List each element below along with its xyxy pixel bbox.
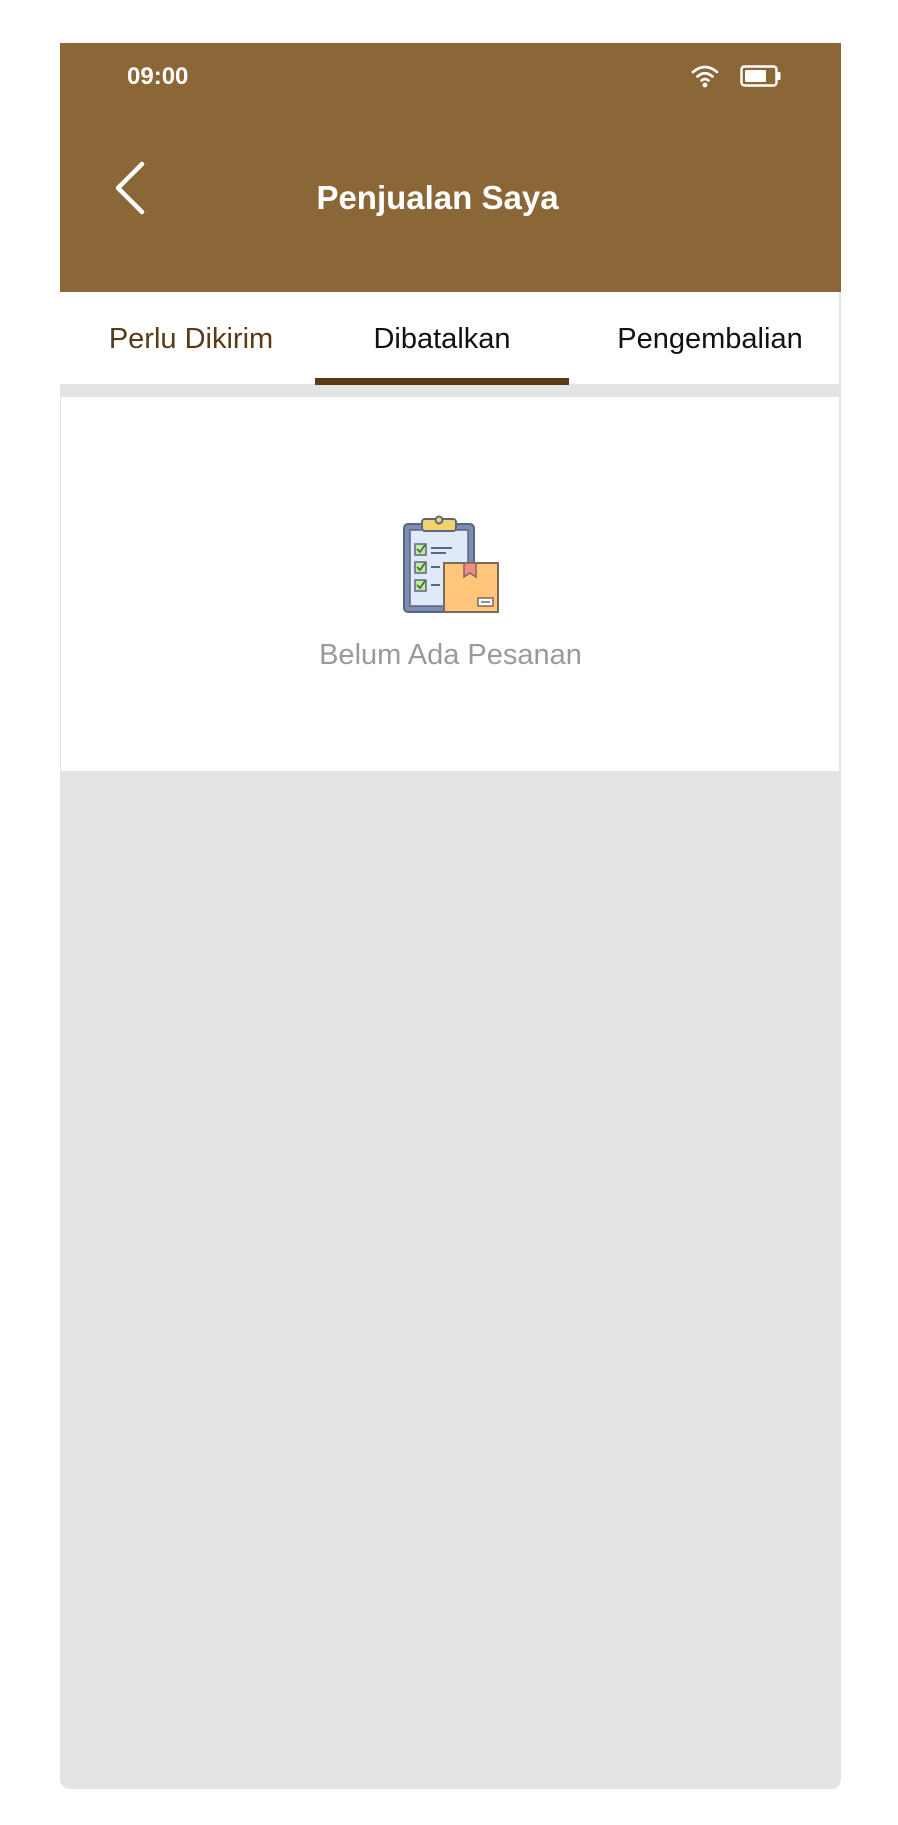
right-divider	[839, 292, 841, 772]
tab-dibatalkan[interactable]: Dibatalkan	[315, 292, 569, 384]
active-tab-indicator	[315, 378, 569, 385]
page-title-text: Penjualan Saya	[316, 179, 559, 216]
app-screen: 09:00 Penjualan Saya Perlu Dikirim Dibat…	[60, 43, 841, 1789]
clipboard-box-icon	[403, 515, 499, 613]
empty-state-message: Belum Ada Pesanan	[319, 639, 582, 671]
empty-state-card: Belum Ada Pesanan	[61, 397, 840, 771]
battery-icon	[740, 65, 781, 87]
wifi-icon	[691, 65, 719, 88]
tab-bar: Perlu Dikirim Dibatalkan Pengembalian	[60, 292, 841, 396]
tab-perlu-dikirim[interactable]: Perlu Dikirim	[80, 292, 302, 384]
status-time: 09:00	[127, 63, 189, 90]
app-header: 09:00 Penjualan Saya	[60, 43, 841, 292]
page-title: Penjualan Saya	[60, 179, 841, 217]
tab-pengembalian[interactable]: Pengembalian	[590, 292, 830, 384]
